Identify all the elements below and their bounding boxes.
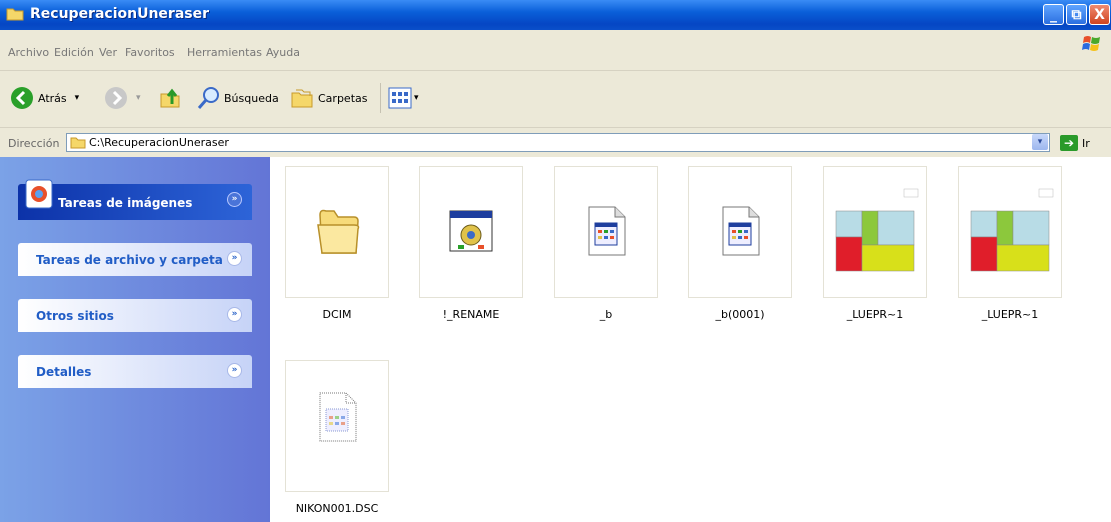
search-button[interactable]: Búsqueda [196, 85, 279, 111]
task-pane: Tareas de imágenes » Tareas de archivo y… [0, 157, 270, 522]
views-button[interactable]: ▾ [388, 85, 419, 111]
file-name: DCIM [322, 308, 352, 321]
up-folder-button[interactable] [158, 85, 182, 111]
menu-herramientas[interactable]: Herramientas [187, 46, 262, 59]
go-button[interactable]: Ir [1082, 137, 1090, 150]
file-name: _b(0001) [715, 308, 765, 321]
forward-button[interactable]: ▾ [104, 85, 141, 111]
file-item-b0001[interactable] [688, 166, 792, 298]
folders-label: Carpetas [318, 91, 368, 105]
menu-archivo[interactable]: Archivo [8, 46, 49, 59]
document-icon [588, 206, 626, 256]
menu-favoritos[interactable]: Favoritos [125, 46, 175, 59]
go-arrow-icon[interactable]: ➔ [1060, 135, 1078, 151]
picture-icon [25, 179, 53, 209]
file-name: !_RENAME [442, 308, 500, 321]
floorplan-thumbnail [965, 185, 1057, 281]
menu-edicion[interactable]: Edición [54, 46, 94, 59]
floorplan-thumbnail [830, 185, 922, 281]
file-item-luepr-1[interactable] [823, 166, 927, 298]
search-icon [197, 87, 219, 109]
task-section-title: Tareas de archivo y carpeta [36, 253, 223, 267]
task-section-file-folder-tasks[interactable]: Tareas de archivo y carpeta » [18, 243, 252, 276]
file-name: _b [599, 308, 613, 321]
file-item-b[interactable] [554, 166, 658, 298]
back-label: Atrás [38, 91, 67, 105]
address-path: C:\RecuperacionUneraser [89, 136, 229, 149]
minimize-button[interactable]: _ [1043, 4, 1064, 25]
file-item-nikon001[interactable] [285, 360, 389, 492]
chevron-down-icon[interactable]: » [227, 251, 242, 266]
folder-icon [317, 209, 360, 254]
back-arrow-icon [11, 87, 33, 109]
menu-bar: Archivo Edición Ver Favoritos Herramient… [0, 30, 1111, 71]
title-bar: RecuperacionUneraser _ ⧉ X [0, 0, 1111, 30]
back-dropdown-icon[interactable]: ▾ [75, 93, 80, 103]
task-section-image-tasks[interactable]: Tareas de imágenes » [18, 179, 252, 220]
toolbar-separator [380, 83, 381, 113]
views-icon [388, 87, 412, 109]
file-name: _LUEPR~1 [981, 308, 1039, 321]
forward-arrow-icon [105, 87, 127, 109]
file-item-luepr-2[interactable] [958, 166, 1062, 298]
folder-icon [6, 8, 24, 21]
application-icon [449, 210, 493, 252]
folders-icon [291, 89, 313, 108]
windows-logo-icon [1082, 36, 1100, 51]
up-folder-icon [160, 88, 180, 108]
file-item-rename[interactable] [419, 166, 523, 298]
task-section-title: Detalles [36, 365, 92, 379]
task-section-title: Otros sitios [36, 309, 114, 323]
task-section-details[interactable]: Detalles » [18, 355, 252, 388]
close-button[interactable]: X [1089, 4, 1110, 25]
address-label: Dirección [8, 137, 60, 150]
chevron-down-icon[interactable]: » [227, 192, 242, 207]
menu-ver[interactable]: Ver [99, 46, 117, 59]
window-title: RecuperacionUneraser [30, 6, 210, 22]
task-section-other-places[interactable]: Otros sitios » [18, 299, 252, 332]
address-dropdown-icon[interactable]: ▾ [1032, 134, 1048, 150]
address-bar: Dirección C:\RecuperacionUneraser ▾ ➔ Ir [0, 128, 1111, 158]
menu-ayuda[interactable]: Ayuda [266, 46, 300, 59]
chevron-down-icon[interactable]: » [227, 307, 242, 322]
forward-dropdown-icon[interactable]: ▾ [136, 93, 141, 103]
file-item-dcim[interactable] [285, 166, 389, 298]
folders-button[interactable]: Carpetas [290, 85, 367, 111]
document-icon [722, 206, 760, 256]
dotted-document-icon [319, 392, 357, 442]
toolbar: Atrás ▾ ▾ Búsqueda Carpetas ▾ [0, 71, 1111, 128]
file-name: NIKON001.DSC [295, 502, 379, 515]
address-input[interactable]: C:\RecuperacionUneraser [66, 133, 1050, 152]
file-name: _LUEPR~1 [846, 308, 904, 321]
search-label: Búsqueda [224, 91, 279, 105]
maximize-button[interactable]: ⧉ [1066, 4, 1087, 25]
back-button[interactable]: Atrás ▾ [10, 85, 79, 111]
views-dropdown-icon[interactable]: ▾ [414, 93, 419, 103]
chevron-down-icon[interactable]: » [227, 363, 242, 378]
folder-icon [70, 137, 86, 149]
task-section-title: Tareas de imágenes [58, 196, 193, 210]
file-view: DCIM !_RENAME _b _b(0001) _LUEPR~1 _LUEP… [270, 157, 1111, 522]
